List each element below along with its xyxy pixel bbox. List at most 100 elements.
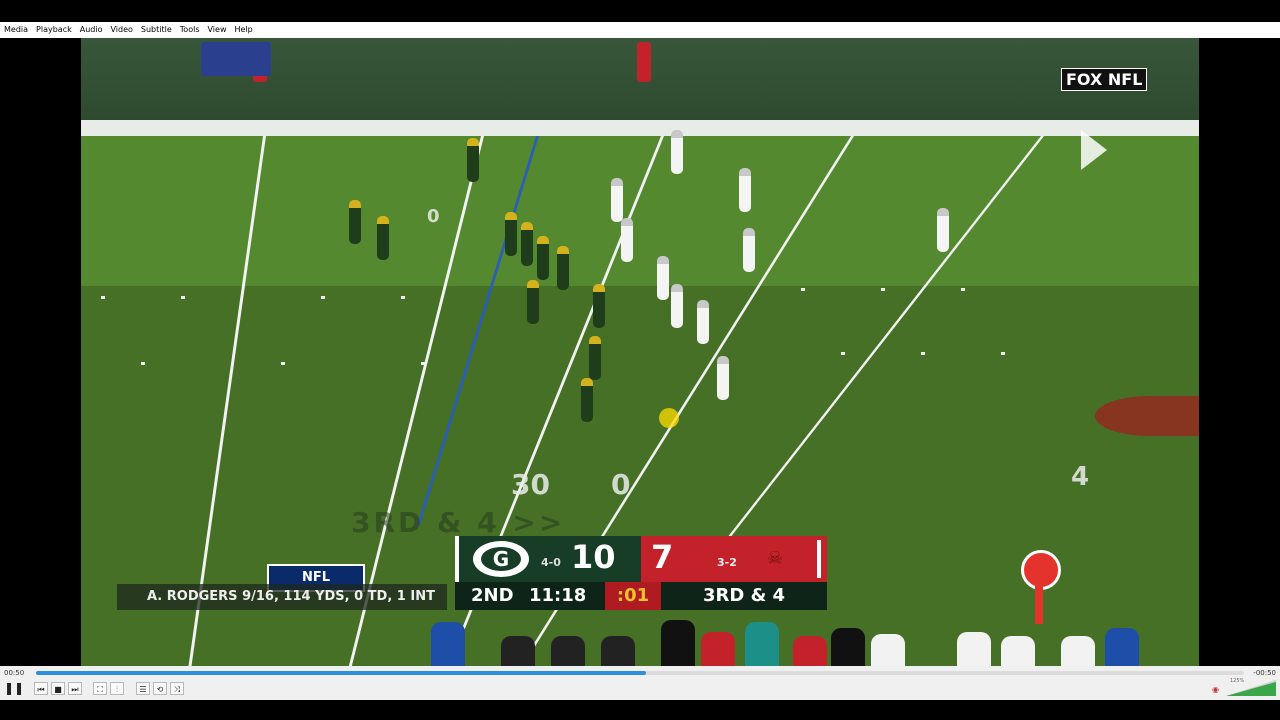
- hash-mark: [841, 352, 845, 355]
- player-packers: [349, 200, 361, 244]
- player-packers: [589, 336, 601, 380]
- sideline-person: [871, 634, 905, 666]
- menu-audio[interactable]: Audio: [76, 22, 107, 38]
- video-frame[interactable]: 0 30 0 4 3RD & 4 >> FOX NFL NFL A. RODGE…: [81, 38, 1199, 666]
- hash-mark: [401, 296, 405, 299]
- equalizer-icon[interactable]: ⫶: [110, 682, 124, 695]
- sideline-person: [701, 632, 735, 666]
- hash-mark: [321, 296, 325, 299]
- mute-icon[interactable]: ◉: [1212, 686, 1222, 694]
- sideline-person: [1061, 636, 1095, 666]
- sideline-pylon: [637, 42, 651, 82]
- sideline-person: [501, 636, 535, 666]
- player-packers: [521, 222, 533, 266]
- yard-number: 0: [611, 468, 631, 501]
- away-team-record: 3-2: [717, 556, 737, 569]
- player-buccaneers: [621, 218, 633, 262]
- down-and-distance: 3RD & 4: [703, 585, 786, 606]
- player-packers: [377, 216, 389, 260]
- sideline-person: [831, 628, 865, 666]
- sideline-person: [793, 636, 827, 666]
- sideline-person: [431, 622, 465, 666]
- hash-mark: [881, 288, 885, 291]
- menu-video[interactable]: Video: [106, 22, 136, 38]
- playlist-icon[interactable]: ☰: [136, 682, 150, 695]
- home-team-score-box: G 4-0 10: [455, 536, 645, 582]
- player-stat-bar: A. RODGERS 9/16, 114 YDS, 0 TD, 1 INT: [117, 584, 447, 610]
- away-team-score-box: 7 3-2 ☠: [641, 536, 827, 582]
- player-buccaneers: [717, 356, 729, 400]
- menu-bar: Media Playback Audio Video Subtitle Tool…: [0, 22, 1280, 38]
- hash-mark: [1001, 352, 1005, 355]
- possession-indicator: [817, 540, 821, 578]
- packers-logo-letter: G: [481, 547, 521, 571]
- sideline-person: [1105, 628, 1139, 666]
- yard-number: 30: [511, 468, 550, 501]
- sideline-banner: [201, 42, 271, 76]
- home-team-score: 10: [571, 538, 616, 576]
- home-team-record: 4-0: [541, 556, 561, 569]
- hash-mark: [101, 296, 105, 299]
- hash-mark: [281, 362, 285, 365]
- player-buccaneers: [937, 208, 949, 252]
- player-packers: [593, 284, 605, 328]
- hash-mark: [181, 296, 185, 299]
- window-bottom-strip: [0, 700, 1280, 720]
- menu-view[interactable]: View: [204, 22, 231, 38]
- stop-icon[interactable]: ■: [51, 682, 65, 695]
- player-packers: [467, 138, 479, 182]
- quarter: 2ND: [471, 585, 514, 606]
- sideline-person: [601, 636, 635, 666]
- shuffle-icon[interactable]: ⤨: [170, 682, 184, 695]
- previous-icon[interactable]: ⏮: [34, 682, 48, 695]
- video-area[interactable]: 0 30 0 4 3RD & 4 >> FOX NFL NFL A. RODGE…: [0, 38, 1280, 666]
- game-clock: 11:18: [529, 585, 587, 606]
- menu-subtitle[interactable]: Subtitle: [137, 22, 176, 38]
- window-top-strip: [0, 0, 1280, 22]
- player-packers: [581, 378, 593, 422]
- player-buccaneers: [739, 168, 751, 212]
- sideline-person: [661, 620, 695, 666]
- yard-number: 4: [1071, 462, 1090, 492]
- menu-tools[interactable]: Tools: [176, 22, 204, 38]
- away-team-score: 7: [651, 538, 674, 576]
- volume-label: 125%: [1230, 678, 1245, 684]
- seek-progress: [36, 671, 647, 675]
- play-clock: :01: [605, 582, 661, 610]
- time-elapsed: 00:50: [4, 669, 25, 677]
- game-status-bar: 2ND 11:18 :01 3RD & 4: [455, 582, 827, 610]
- player-controls: 00:50 -00:50 ❚❚ ⏮ ■ ⏭ ⛶ ⫶ ☰ ⟲ ⤨ ◉ 125%: [0, 666, 1280, 700]
- menu-playback[interactable]: Playback: [32, 22, 76, 38]
- player-packers: [527, 280, 539, 324]
- next-icon[interactable]: ⏭: [68, 682, 82, 695]
- network-logo: FOX NFL: [1061, 68, 1148, 91]
- time-total[interactable]: -00:50: [1253, 669, 1276, 677]
- seek-bar[interactable]: [36, 671, 1244, 675]
- player-buccaneers: [657, 256, 669, 300]
- menu-help[interactable]: Help: [230, 22, 256, 38]
- mouse-cursor-highlight: [659, 408, 679, 428]
- yard-number: 0: [427, 206, 440, 227]
- player-buccaneers: [743, 228, 755, 272]
- hash-mark: [921, 352, 925, 355]
- hash-mark: [141, 362, 145, 365]
- field-down-graphic: 3RD & 4 >>: [351, 506, 566, 539]
- pause-icon[interactable]: ❚❚: [4, 682, 24, 695]
- hash-mark: [961, 288, 965, 291]
- sideline-strip: [81, 120, 1199, 136]
- fullscreen-icon[interactable]: ⛶: [93, 682, 107, 695]
- hash-mark: [801, 288, 805, 291]
- sideline-person: [1001, 636, 1035, 666]
- loop-icon[interactable]: ⟲: [153, 682, 167, 695]
- player-buccaneers: [671, 284, 683, 328]
- player-buccaneers: [697, 300, 709, 344]
- hash-mark: [421, 362, 425, 365]
- sideline-person: [957, 632, 991, 666]
- player-packers: [557, 246, 569, 290]
- buccaneers-logo: ☠: [766, 548, 784, 569]
- sideline-person: [745, 622, 779, 666]
- player-packers: [537, 236, 549, 280]
- menu-media[interactable]: Media: [0, 22, 32, 38]
- play-overlay-icon[interactable]: [1081, 130, 1107, 170]
- sideline-person: [551, 636, 585, 666]
